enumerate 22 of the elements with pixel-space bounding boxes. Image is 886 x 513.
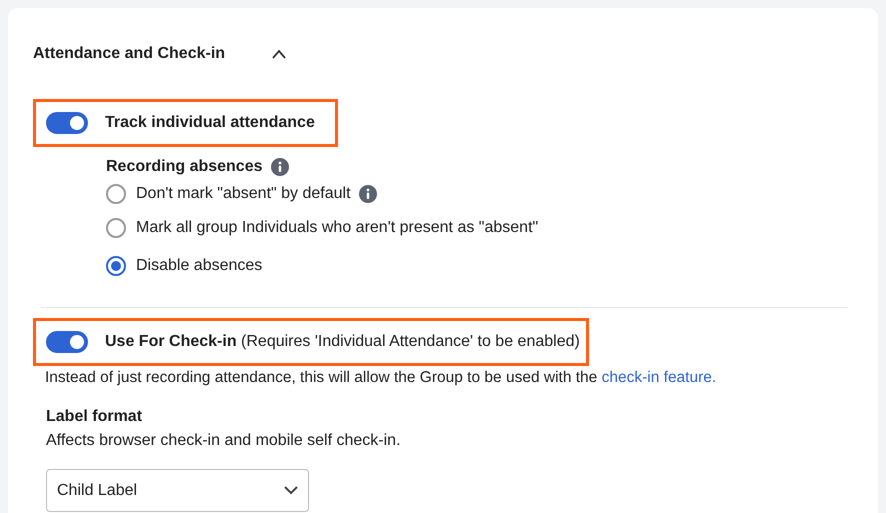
group-label: Recording absences: [106, 157, 262, 177]
toggle-switch[interactable]: [46, 112, 88, 134]
field-label: Label format: [46, 407, 144, 428]
radio-button[interactable]: [106, 256, 126, 276]
radio-label: Mark all group Individuals who aren't present as "absent": [136, 218, 538, 238]
description-text: Instead of just recording attendance, this will allow the Group to be used with the check-in feature.: [44, 368, 718, 388]
info-icon[interactable]: [358, 185, 377, 203]
info-icon[interactable]: [270, 158, 288, 176]
check-in-link[interactable]: check-in feature.: [602, 369, 716, 386]
toggle-label: Track individual attendance: [105, 113, 315, 133]
radio-label: Don't mark "absent" by default: [136, 184, 351, 204]
section-title: Attendance and Check-in: [33, 44, 226, 64]
radio-button[interactable]: [106, 218, 126, 238]
toggle-switch[interactable]: [46, 331, 88, 353]
select-dropdown[interactable]: Child Label: [46, 469, 309, 512]
radio-button[interactable]: [106, 184, 126, 204]
chevron-up-icon[interactable]: [271, 48, 288, 60]
toggle-label: Use For Check-in (Requires 'Individual Attendance' to be enabled): [105, 332, 580, 352]
help-text: Affects browser check-in and mobile self check-in.: [46, 431, 402, 452]
select-value: Child Label: [57, 480, 138, 501]
radio-label: Disable absences: [136, 256, 262, 276]
caret-icon: [284, 486, 298, 496]
